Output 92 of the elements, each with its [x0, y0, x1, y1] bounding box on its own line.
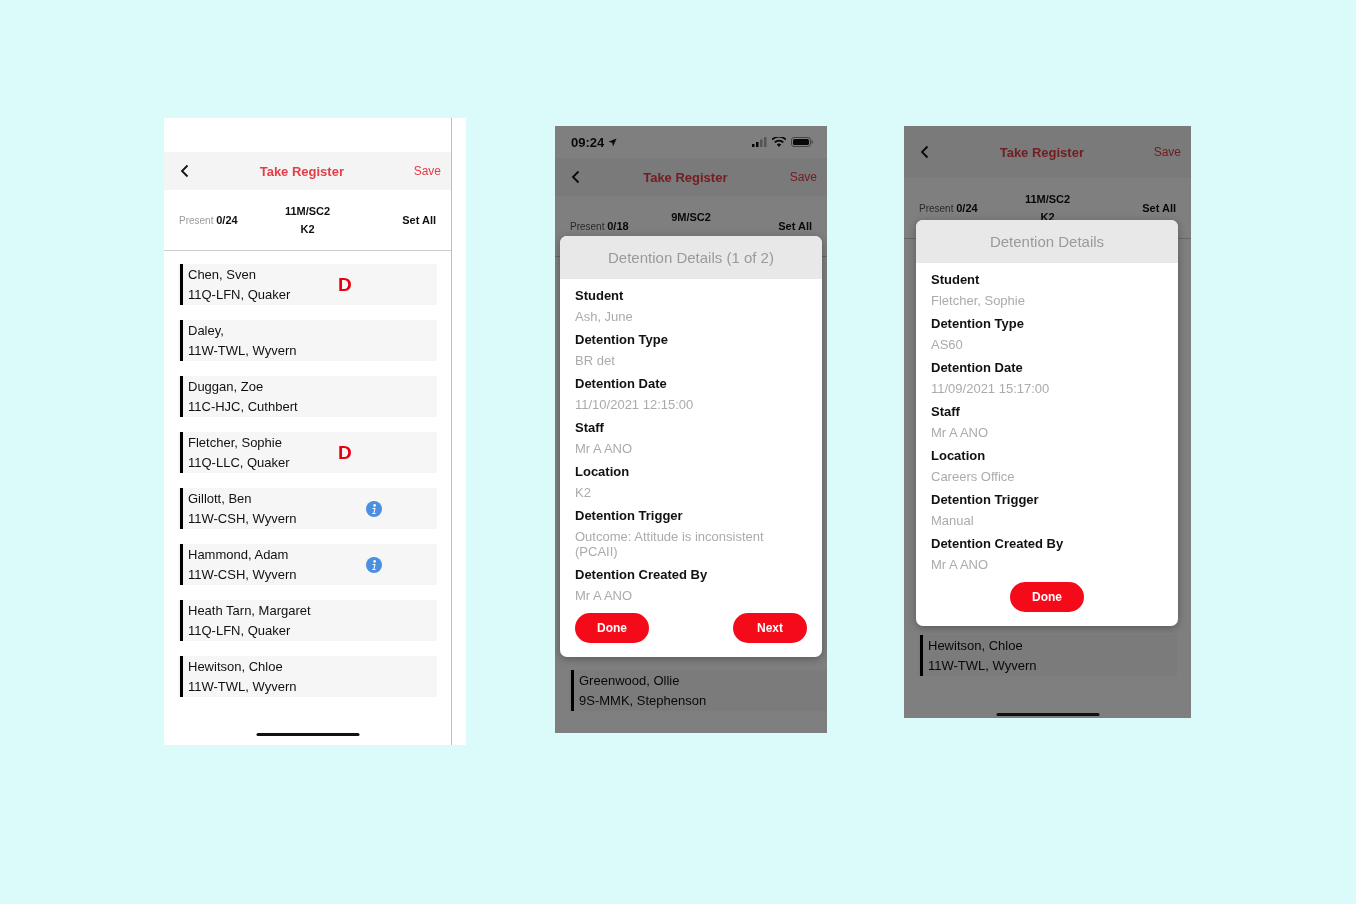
student-form: 11Q-LLC, Quaker [188, 453, 291, 472]
clock-time: 09:24 [571, 134, 605, 150]
field-label: Detention Trigger [931, 491, 1040, 509]
field-label: Staff [575, 419, 605, 437]
student-row[interactable]: Daley, 11W-TWL, Wyvern [178, 320, 437, 361]
battery-icon [791, 137, 813, 147]
field-label: Detention Created By [575, 566, 709, 584]
student-name: Hewitson, Chloe [928, 636, 1024, 655]
dialog-button[interactable]: Done [1010, 582, 1084, 612]
info-icon[interactable] [366, 500, 382, 517]
student-name: Hewitson, Chloe [188, 657, 284, 676]
screen-title: Take Register [642, 169, 729, 185]
student-name: Fletcher, Sophie [188, 433, 283, 452]
student-row[interactable]: Chen, Sven 11Q-LFN, Quaker D [178, 264, 437, 305]
field-value: K2 [575, 485, 592, 500]
dialog-button[interactable]: Next [733, 613, 807, 643]
present-count: 0/24 [216, 214, 238, 226]
field-value: Fletcher, Sophie [931, 293, 1026, 308]
student-row[interactable]: Duggan, Zoe 11C-HJC, Cuthbert [178, 376, 437, 417]
present-label: Present [919, 203, 954, 214]
present-label: Present [570, 221, 605, 232]
info-icon[interactable] [366, 556, 382, 573]
field-label: Student [575, 287, 625, 305]
student-form: 9S-MMK, Stephenson [579, 691, 708, 710]
screen-title: Take Register [998, 144, 1085, 160]
save-button[interactable]: Save [413, 164, 441, 178]
student-row[interactable]: Hewitson, Chloe 11W-TWL, Wyvern [918, 635, 1177, 676]
field-label: Location [575, 463, 631, 481]
save-button[interactable]: Save [1153, 145, 1181, 159]
field-label: Location [931, 447, 987, 465]
class-group: 9M/SC2 [671, 208, 711, 226]
field-value: Mr A ANO [931, 425, 990, 440]
student-name: Chen, Sven [188, 265, 257, 284]
present-count: 0/18 [607, 220, 629, 232]
student-row[interactable]: Hewitson, Chloe 11W-TWL, Wyvern [178, 656, 437, 697]
student-form: 11W-CSH, Wyvern [188, 509, 298, 528]
student-name: Heath Tarn, Margaret [188, 601, 312, 620]
student-form: 11Q-LFN, Quaker [188, 285, 292, 304]
field-label: Detention Trigger [575, 507, 684, 525]
dialog-title: Detention Details [989, 233, 1105, 250]
field-value: Mr A ANO [575, 588, 634, 603]
location-arrow-icon [608, 137, 618, 147]
field-value: Ash, June [575, 309, 634, 324]
field-value: Manual [931, 513, 975, 528]
field-label: Detention Created By [931, 535, 1065, 553]
room-label: K2 [300, 222, 315, 237]
set-all-button[interactable]: Set All [1090, 202, 1176, 214]
field-value: BR det [575, 353, 616, 368]
field-label: Detention Type [931, 315, 1025, 333]
present-label: Present [179, 215, 214, 226]
set-all-button[interactable]: Set All [350, 214, 436, 226]
student-name: Hammond, Adam [188, 545, 290, 564]
wifi-icon [772, 137, 786, 147]
field-value: Mr A ANO [931, 557, 990, 572]
detention-marker: D [338, 441, 352, 464]
student-form: 11W-CSH, Wyvern [188, 565, 298, 584]
student-name: Gillott, Ben [188, 489, 253, 508]
student-name: Greenwood, Ollie [579, 671, 681, 690]
field-label: Student [931, 271, 981, 289]
save-button[interactable]: Save [789, 170, 817, 184]
field-label: Staff [931, 403, 961, 421]
student-form: 11W-TWL, Wyvern [928, 656, 1038, 675]
dialog-button[interactable]: Done [575, 613, 649, 643]
class-group: 11M/SC2 [1024, 190, 1071, 208]
student-form: 11Q-LFN, Quaker [188, 621, 292, 640]
back-icon[interactable] [180, 164, 190, 178]
screen-title: Take Register [258, 163, 345, 179]
student-form: 11W-TWL, Wyvern [188, 341, 298, 360]
student-row[interactable]: Gillott, Ben 11W-CSH, Wyvern [178, 488, 437, 529]
set-all-button[interactable]: Set All [731, 220, 812, 232]
student-row[interactable]: Greenwood, Ollie 9S-MMK, Stephenson [569, 670, 827, 711]
field-value: AS60 [931, 337, 964, 352]
present-count: 0/24 [956, 202, 978, 214]
student-row[interactable]: Fletcher, Sophie 11Q-LLC, Quaker D [178, 432, 437, 473]
student-form: 11W-TWL, Wyvern [188, 677, 298, 696]
field-label: Detention Date [931, 359, 1024, 377]
field-value: Careers Office [931, 469, 1016, 484]
signal-icon [752, 137, 767, 147]
student-row[interactable]: Hammond, Adam 11W-CSH, Wyvern [178, 544, 437, 585]
student-name: Duggan, Zoe [188, 377, 265, 396]
field-value: Mr A ANO [575, 441, 634, 456]
field-value: Outcome: Attitude is inconsistent (PCAII) [575, 529, 765, 559]
student-row[interactable]: Heath Tarn, Margaret 11Q-LFN, Quaker [178, 600, 437, 641]
field-value: 11/10/2021 12:15:00 [575, 397, 695, 412]
detention-marker: D [338, 273, 352, 296]
field-label: Detention Type [575, 331, 669, 349]
dialog-title: Detention Details (1 of 2) [608, 249, 774, 266]
student-form: 11C-HJC, Cuthbert [188, 397, 299, 416]
student-name: Daley, [188, 321, 225, 340]
field-value: 11/09/2021 15:17:00 [931, 381, 1051, 396]
class-group: 11M/SC2 [284, 202, 331, 220]
field-label: Detention Date [575, 375, 668, 393]
